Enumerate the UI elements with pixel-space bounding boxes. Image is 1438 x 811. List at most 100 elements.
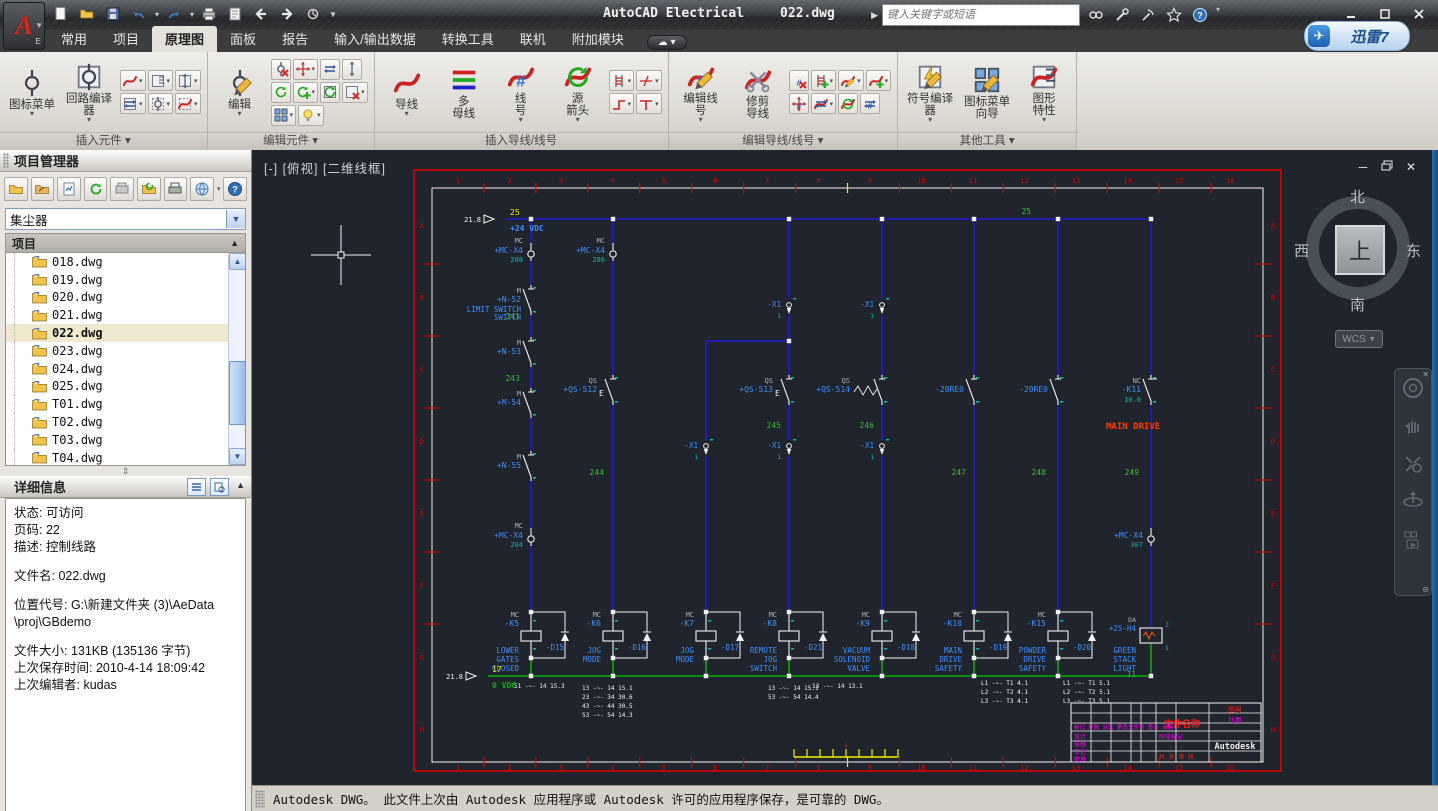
ribbon-tool-teew[interactable]: ▾ — [636, 93, 662, 114]
pm-web-post-button[interactable] — [190, 177, 214, 201]
ribbon-tool-boxx[interactable]: ▾ — [342, 82, 368, 103]
details-header[interactable]: 详细信息 ▲ — [0, 476, 251, 498]
project-combo[interactable]: 集尘器 ▼ — [5, 208, 246, 230]
ribbon-button-symbuilder[interactable]: 符号编译器▾ — [904, 61, 956, 124]
ribbon-tool-numdel[interactable]: # — [789, 70, 809, 91]
qat-undo-caret[interactable]: ▾ — [155, 10, 159, 19]
ribbon-tab-7[interactable]: 转换工具 — [429, 26, 507, 52]
viewcube-east[interactable]: 东 — [1406, 240, 1421, 261]
ribbon-tool-dashcontact[interactable]: ▾ — [175, 93, 201, 114]
wcs-dropdown[interactable]: WCS▼ — [1335, 330, 1383, 348]
qat-sheet-button[interactable] — [224, 3, 246, 25]
doc-close-icon[interactable]: ✕ — [1404, 160, 1418, 174]
drawing-file-item[interactable]: 024.dwg — [6, 360, 245, 378]
navbar-zoom-extents-icon[interactable] — [1395, 445, 1431, 483]
ribbon-button-iconwizard[interactable]: 图标菜单 向导 — [961, 64, 1013, 121]
viewcube-west[interactable]: 西 — [1294, 240, 1309, 261]
drawing-file-item[interactable]: T03.dwg — [6, 431, 245, 449]
ribbon-button-wirenum[interactable]: #线 号▾ — [495, 61, 547, 124]
qat-redo-button[interactable] — [163, 3, 185, 25]
drawing-file-item[interactable]: T01.dwg — [6, 395, 245, 413]
pm-plot-preview-button[interactable] — [110, 177, 134, 201]
panel-caption[interactable]: 编辑导线/线号 ▾ — [669, 132, 898, 150]
ribbon-tool-panel2[interactable]: ▾ — [175, 70, 201, 91]
ribbon-tool-stretch[interactable]: ▾ — [811, 93, 837, 114]
help-icon[interactable]: ? — [1190, 5, 1210, 25]
navbar-orbit-icon[interactable] — [1395, 483, 1431, 521]
ribbon-tool-align[interactable] — [342, 59, 362, 80]
ribbon-tool-cut[interactable]: ▾ — [636, 70, 662, 91]
pm-project-tools-button[interactable] — [31, 177, 55, 201]
drawing-file-item[interactable]: T02.dwg — [6, 413, 245, 431]
drawing-file-item[interactable]: 025.dwg — [6, 378, 245, 396]
viewcube-north[interactable]: 北 — [1350, 186, 1365, 207]
ribbon-tab-2[interactable]: 项目 — [100, 26, 152, 52]
ribbon-tool-anglew[interactable]: ▾ — [609, 93, 635, 114]
ribbon-button-circuit[interactable]: 回路编译器▾ — [63, 61, 115, 124]
search-flyout-arrow[interactable]: ▶ — [871, 10, 878, 21]
ribbon-tool-panel[interactable]: ▾ — [148, 70, 174, 91]
scrollbar-thumb[interactable] — [229, 361, 246, 425]
ribbon-tool-coil[interactable]: ▾ — [120, 70, 146, 91]
ribbon-tool-circarr[interactable] — [271, 82, 291, 103]
ribbon-tab-6[interactable]: 输入/输出数据 — [321, 26, 429, 52]
ribbon-button-iconmenu[interactable]: 图标菜单▾ — [6, 67, 58, 118]
ribbon-tool-swap[interactable] — [320, 59, 340, 80]
ribbon-tool-wirepencil[interactable]: ▾ — [838, 70, 864, 91]
ribbon-tool-boxrot[interactable] — [320, 82, 340, 103]
viewcube-south[interactable]: 南 — [1350, 294, 1365, 315]
ribbon-tool-numflip[interactable] — [838, 93, 858, 114]
pm-refresh-button[interactable] — [84, 177, 108, 201]
ribbon-button-edit[interactable]: 编辑▾ — [214, 67, 266, 118]
combo-dropdown-button[interactable]: ▼ — [226, 210, 245, 228]
ribbon-tab-3[interactable]: 原理图 — [152, 26, 217, 52]
web-post-caret[interactable]: ▾ — [217, 185, 221, 193]
project-tree-header[interactable]: 项目 ▲ — [5, 233, 246, 253]
ribbon-button-wirebig[interactable]: 导线▾ — [381, 67, 433, 118]
application-menu-button[interactable]: A E ▼ — [3, 2, 45, 50]
help-caret[interactable]: ▾ — [1216, 5, 1220, 25]
panel-caption[interactable]: 其他工具 ▾ — [898, 132, 1076, 150]
search-input[interactable] — [882, 4, 1080, 26]
panel-caption[interactable]: 编辑元件 ▾ — [208, 132, 374, 150]
ribbon-button-trim[interactable]: 修剪 导线 — [732, 64, 784, 121]
ribbon-tool-bluegrid[interactable]: ▾ — [271, 105, 297, 126]
drawing-file-item[interactable]: 023.dwg — [6, 342, 245, 360]
navbar-steering-wheel-icon[interactable] — [1395, 369, 1431, 407]
ribbon-button-drawprops[interactable]: 图形 特性▾ — [1018, 61, 1070, 124]
drawing-file-item[interactable]: 020.dwg — [6, 289, 245, 307]
pm-folder-refresh-button[interactable] — [137, 177, 161, 201]
ribbon-tool-move[interactable]: ▾ — [293, 59, 319, 80]
qat-tool-button[interactable] — [302, 3, 324, 25]
project-manager-header[interactable]: 项目管理器 — [0, 150, 251, 172]
ribbon-tab-9[interactable]: 附加模块 — [559, 26, 637, 52]
ribbon-tool-bulb[interactable]: ▾ — [298, 105, 324, 126]
ribbon-tool-ladderplus[interactable]: ▾ — [811, 70, 837, 91]
pm-publish-button[interactable] — [164, 177, 188, 201]
online-cloud-button[interactable]: ☁ ▾ — [647, 35, 687, 50]
qat-plot-button[interactable] — [198, 3, 220, 25]
viewport-controls-label[interactable]: [-] [俯视] [二维线框] — [264, 162, 386, 176]
ribbon-tool-dashcircle[interactable]: ▾ — [148, 93, 174, 114]
ribbon-tool-nummove[interactable]: # — [789, 93, 809, 114]
satellite-icon[interactable] — [1138, 5, 1158, 25]
details-collapse-icon[interactable]: ▲ — [236, 480, 245, 490]
viewcube-top-face[interactable]: 上 — [1335, 225, 1385, 275]
ribbon-tab-8[interactable]: 联机 — [507, 26, 559, 52]
scroll-down-button[interactable]: ▼ — [229, 448, 246, 465]
pm-drawing-list-button[interactable] — [57, 177, 81, 201]
ribbon-button-editnum[interactable]: #编辑线 号▾ — [675, 61, 727, 124]
qat-open-button[interactable] — [76, 3, 98, 25]
navbar-collapse-icon[interactable]: ⊖ — [1422, 585, 1429, 594]
ribbon-tool-ladder[interactable]: ▾ — [609, 70, 635, 91]
details-view-icon[interactable] — [187, 478, 206, 496]
ribbon-tool-boxarr[interactable]: ▾ — [120, 93, 146, 114]
ribbon-tab-4[interactable]: 面板 — [217, 26, 269, 52]
ribbon-tool-delx[interactable] — [271, 59, 291, 80]
search-icon[interactable] — [1086, 5, 1106, 25]
ribbon-button-multibus[interactable]: 多 母线 — [438, 64, 490, 121]
qat-redo-caret[interactable]: ▾ — [190, 10, 194, 19]
doc-restore-icon[interactable] — [1380, 160, 1394, 174]
pm-open-project-button[interactable] — [4, 177, 28, 201]
panel-splitter[interactable]: ⇕ — [0, 466, 251, 476]
